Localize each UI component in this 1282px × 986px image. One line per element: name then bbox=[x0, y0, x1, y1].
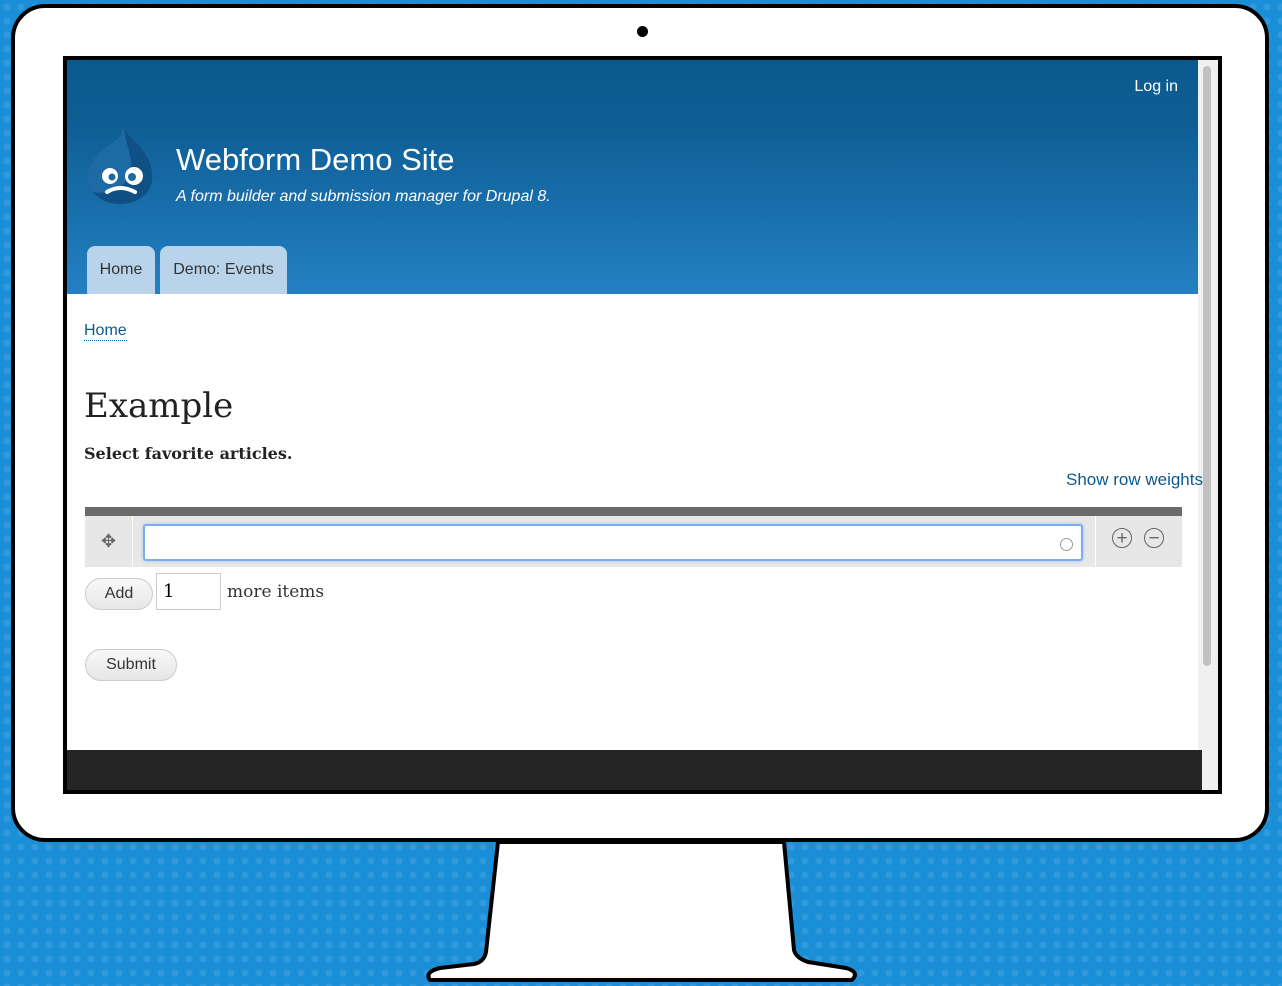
article-autocomplete-input[interactable] bbox=[143, 524, 1083, 561]
webcam-icon bbox=[637, 26, 648, 37]
site-slogan: A form builder and submission manager fo… bbox=[176, 188, 551, 205]
more-items-count-input[interactable]: 1 bbox=[156, 573, 221, 610]
scrollbar-thumb[interactable] bbox=[1203, 66, 1211, 666]
show-row-weights-link[interactable]: Show row weights bbox=[1066, 470, 1203, 490]
breadcrumb-home-link[interactable]: Home bbox=[84, 322, 127, 341]
tab-home[interactable]: Home bbox=[87, 246, 155, 294]
move-arrows-icon[interactable]: ✥ bbox=[85, 516, 133, 567]
submit-button[interactable]: Submit bbox=[85, 649, 177, 681]
table-header-bar bbox=[85, 507, 1182, 516]
more-items-label: more items bbox=[227, 582, 325, 602]
page-title: Example bbox=[84, 386, 234, 426]
row-operations: + − bbox=[1095, 516, 1183, 567]
element-description: Select favorite articles. bbox=[84, 444, 293, 463]
minus-circle-icon[interactable]: − bbox=[1144, 528, 1164, 549]
table-row: ✥ + − bbox=[85, 516, 1182, 567]
autocomplete-throbber-icon bbox=[1060, 538, 1073, 551]
drupal-drop-icon[interactable] bbox=[83, 124, 157, 206]
site-header: Log in Webform Demo Site A form builder … bbox=[67, 60, 1202, 294]
site-footer bbox=[67, 750, 1202, 790]
article-input-field[interactable] bbox=[145, 526, 998, 561]
browser-screen: Log in Webform Demo Site A form builder … bbox=[63, 56, 1222, 794]
tab-demo-events[interactable]: Demo: Events bbox=[160, 246, 287, 294]
site-name[interactable]: Webform Demo Site bbox=[176, 142, 455, 178]
plus-circle-icon[interactable]: + bbox=[1112, 528, 1132, 549]
page-scrollbar[interactable] bbox=[1198, 60, 1218, 790]
add-more-button[interactable]: Add bbox=[85, 578, 153, 610]
login-link[interactable]: Log in bbox=[1134, 78, 1178, 96]
